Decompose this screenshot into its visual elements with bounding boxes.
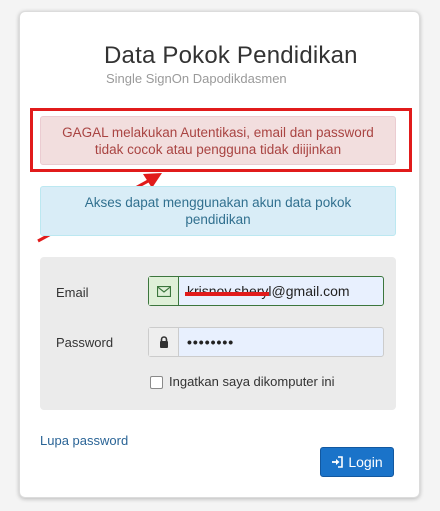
remember-checkbox[interactable] bbox=[150, 376, 163, 389]
forgot-password-link[interactable]: Lupa password bbox=[40, 433, 128, 448]
info-alert-text: Akses dapat menggunakan akun data pokok … bbox=[84, 195, 352, 227]
remember-label[interactable]: Ingatkan saya dikomputer ini bbox=[169, 374, 334, 389]
email-input[interactable]: krisnov.sheryl@gmail.com bbox=[179, 277, 383, 305]
email-input-value: krisnov.sheryl@gmail.com bbox=[187, 283, 350, 299]
sign-in-icon bbox=[332, 456, 344, 468]
email-field[interactable]: krisnov.sheryl@gmail.com bbox=[148, 276, 384, 306]
email-label: Email bbox=[56, 285, 89, 300]
redaction-strike bbox=[185, 292, 269, 296]
password-input-value: •••••••• bbox=[187, 334, 235, 350]
password-input[interactable]: •••••••• bbox=[179, 328, 383, 356]
password-label: Password bbox=[56, 335, 114, 350]
login-button[interactable]: Login bbox=[320, 447, 394, 477]
lock-icon bbox=[149, 328, 179, 356]
info-alert: Akses dapat menggunakan akun data pokok … bbox=[40, 186, 396, 236]
envelope-icon bbox=[149, 277, 179, 305]
password-field[interactable]: •••••••• bbox=[148, 327, 384, 357]
login-button-label: Login bbox=[348, 454, 383, 470]
